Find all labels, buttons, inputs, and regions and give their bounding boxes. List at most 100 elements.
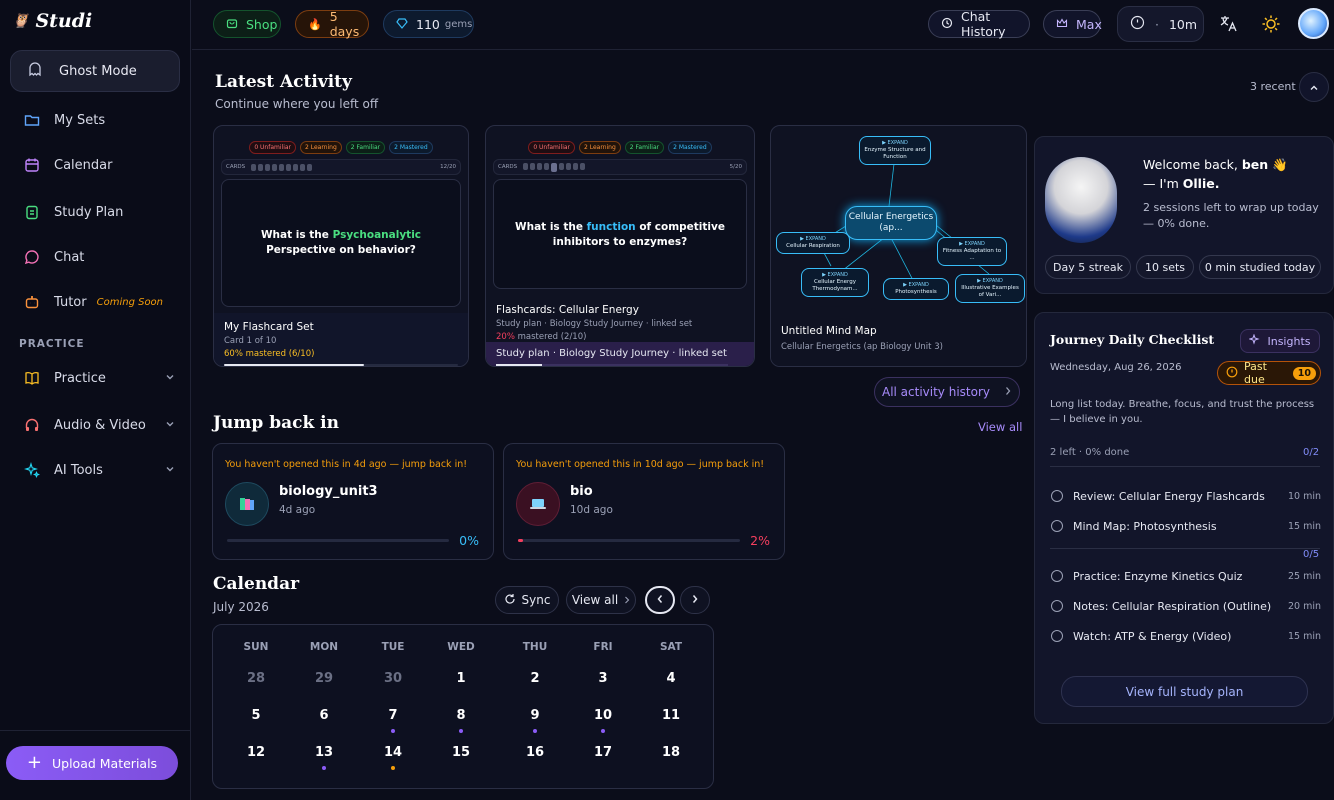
mind-map-node[interactable]: ▶ EXPAND Cellular Energy Thermodynam...	[801, 268, 869, 297]
sidebar-group-audio-video[interactable]: Audio & Video	[0, 408, 191, 442]
checklist-task[interactable]: Mind Map: Photosynthesis 15 min	[1051, 516, 1321, 536]
activity-card-flashcards[interactable]: 0 Unfamiliar 2 Learning 2 Familiar 2 Master…	[213, 125, 469, 367]
jump-warning: You haven't opened this in 10d ago — jum…	[516, 459, 765, 470]
translate-icon[interactable]	[1219, 14, 1239, 38]
sidebar-item-calendar[interactable]: Calendar	[0, 148, 191, 182]
calendar-day[interactable]: 28	[231, 671, 281, 686]
mind-map-node[interactable]: ▶ EXPAND Photosynthesis	[883, 278, 949, 300]
calendar-day[interactable]: 15	[436, 745, 486, 760]
sidebar-divider	[0, 730, 191, 731]
chip-learning: 2 Learning	[300, 141, 342, 154]
plan-badge[interactable]: Max	[1043, 10, 1102, 38]
task-checkbox[interactable]	[1051, 600, 1063, 612]
sidebar-group-practice[interactable]: Practice	[0, 361, 191, 395]
books-icon	[225, 482, 269, 526]
task-checkbox[interactable]	[1051, 570, 1063, 582]
calendar-day[interactable]: 18	[646, 745, 696, 760]
sparkles-icon	[24, 462, 40, 478]
refresh-icon	[504, 593, 516, 608]
chip-mastered: 2 Mastered	[389, 141, 433, 154]
mind-map-node[interactable]: ▶ EXPAND Enzyme Structure and Function	[859, 136, 931, 165]
calendar-day[interactable]: 5	[231, 708, 281, 723]
task-duration: 25 min	[1287, 570, 1321, 582]
past-due-badge[interactable]: Past due 10	[1217, 360, 1321, 386]
checklist-task[interactable]: Watch: ATP & Energy (Video) 15 min	[1051, 626, 1321, 646]
view-full-study-plan-button[interactable]: View full study plan	[1061, 676, 1308, 707]
calendar-day[interactable]: 2	[510, 671, 560, 686]
checklist-title: Journey Daily Checklist	[1050, 332, 1215, 347]
calendar-day[interactable]: 17	[578, 745, 628, 760]
latest-activity-subtitle: Continue where you left off	[215, 97, 379, 111]
jump-item-bio[interactable]: You haven't opened this in 10d ago — jum…	[503, 443, 785, 560]
gems-badge[interactable]: 110 gems	[383, 10, 474, 38]
user-avatar[interactable]	[1298, 8, 1329, 39]
sun-icon[interactable]	[1261, 14, 1281, 38]
day-header: SAT	[659, 641, 683, 653]
calendar-day[interactable]: 6	[299, 708, 349, 723]
sidebar-item-tutor[interactable]: Tutor Coming Soon	[0, 285, 191, 319]
timer-separator: ·	[1155, 16, 1159, 32]
calendar-day[interactable]: 14	[368, 745, 418, 760]
calendar-day[interactable]: 16	[510, 745, 560, 760]
calendar-day[interactable]: 12	[231, 745, 281, 760]
checklist-date: Wednesday, Aug 26, 2026	[1050, 362, 1182, 373]
calendar-day[interactable]: 7	[368, 708, 418, 723]
sidebar-item-study-plan[interactable]: Study Plan	[0, 195, 191, 229]
calendar-day[interactable]: 3	[578, 671, 628, 686]
sidebar-item-chat[interactable]: Chat	[0, 240, 191, 274]
chat-history-button[interactable]: Chat History	[928, 9, 1030, 39]
activity-card-linked-set[interactable]: 0 Unfamiliar 2 Learning 2 Familiar 2 Master…	[485, 125, 755, 367]
sidebar-group-ai-tools[interactable]: AI Tools	[0, 453, 191, 487]
calendar-next-button[interactable]	[680, 586, 710, 614]
checklist-task[interactable]: Practice: Enzyme Kinetics Quiz 25 min	[1051, 566, 1321, 586]
calendar-day[interactable]: 1	[436, 671, 486, 686]
chevron-up-icon	[1309, 78, 1319, 97]
activity-card-mind-map[interactable]: ▶ EXPAND Enzyme Structure and Function Ce…	[770, 125, 1027, 367]
card-count: 5/20	[729, 164, 742, 170]
calendar-prev-button[interactable]	[645, 586, 675, 614]
calendar-day[interactable]: 10	[578, 708, 628, 723]
calendar-day[interactable]: 29	[299, 671, 349, 686]
chip-learning: 2 Learning	[579, 141, 621, 154]
owl-logo-icon: 🦉	[12, 13, 30, 29]
upload-materials-button[interactable]: + Upload Materials	[6, 746, 178, 780]
mind-map-node[interactable]: ▶ EXPAND Fitness Adaptation to ...	[937, 237, 1007, 266]
app-logo[interactable]: 🦉 Studi	[12, 10, 92, 32]
progress-bar	[518, 539, 740, 542]
sidebar-item-my-sets[interactable]: My Sets	[0, 103, 191, 137]
task-checkbox[interactable]	[1051, 520, 1063, 532]
calendar-day[interactable]: 11	[646, 708, 696, 723]
study-timer[interactable]: · 10m	[1117, 6, 1204, 42]
all-activity-history-button[interactable]: All activity history	[874, 377, 1020, 407]
upload-label: Upload Materials	[52, 755, 158, 771]
shop-button[interactable]: Shop	[213, 10, 281, 38]
calendar-day[interactable]: 8	[436, 708, 486, 723]
mind-map-node[interactable]: ▶ EXPAND Cellular Respiration	[776, 232, 850, 254]
calendar-view-all-button[interactable]: View all	[566, 586, 636, 614]
task-duration: 15 min	[1287, 520, 1321, 532]
collapse-button[interactable]	[1299, 72, 1329, 102]
task-checkbox[interactable]	[1051, 490, 1063, 502]
checklist-task[interactable]: Review: Cellular Energy Flashcards 10 min	[1051, 486, 1321, 506]
mind-map-node[interactable]: ▶ EXPAND Illustrative Examples of Vari...	[955, 274, 1025, 303]
streak-badge[interactable]: 🔥 5 days	[295, 9, 369, 39]
jump-item-biology-unit3[interactable]: You haven't opened this in 4d ago — jump…	[212, 443, 494, 560]
latest-activity-title: Latest Activity	[215, 72, 352, 92]
event-dot	[601, 729, 605, 733]
flashcard-preview: What is the Psychoanalytic Perspective o…	[221, 179, 461, 307]
chip-familiar: 2 Familiar	[624, 141, 665, 154]
calendar-day[interactable]: 4	[646, 671, 696, 686]
task-title: Practice: Enzyme Kinetics Quiz	[1073, 569, 1243, 583]
checklist-divider	[1050, 466, 1320, 467]
insights-button[interactable]: Insights	[1240, 329, 1320, 353]
calendar-sync-button[interactable]: Sync	[495, 586, 559, 614]
calendar-day[interactable]: 9	[510, 708, 560, 723]
calendar-day[interactable]: 13	[299, 745, 349, 760]
calendar-day[interactable]: 30	[368, 671, 418, 686]
ghost-mode-button[interactable]: Ghost Mode	[10, 50, 180, 92]
diamond-icon	[396, 17, 408, 32]
jump-view-all-link[interactable]: View all	[978, 420, 1022, 434]
checklist-task[interactable]: Notes: Cellular Respiration (Outline) 20 …	[1051, 596, 1321, 616]
mind-map-root-node[interactable]: Cellular Energetics (ap...	[845, 206, 937, 240]
task-checkbox[interactable]	[1051, 630, 1063, 642]
